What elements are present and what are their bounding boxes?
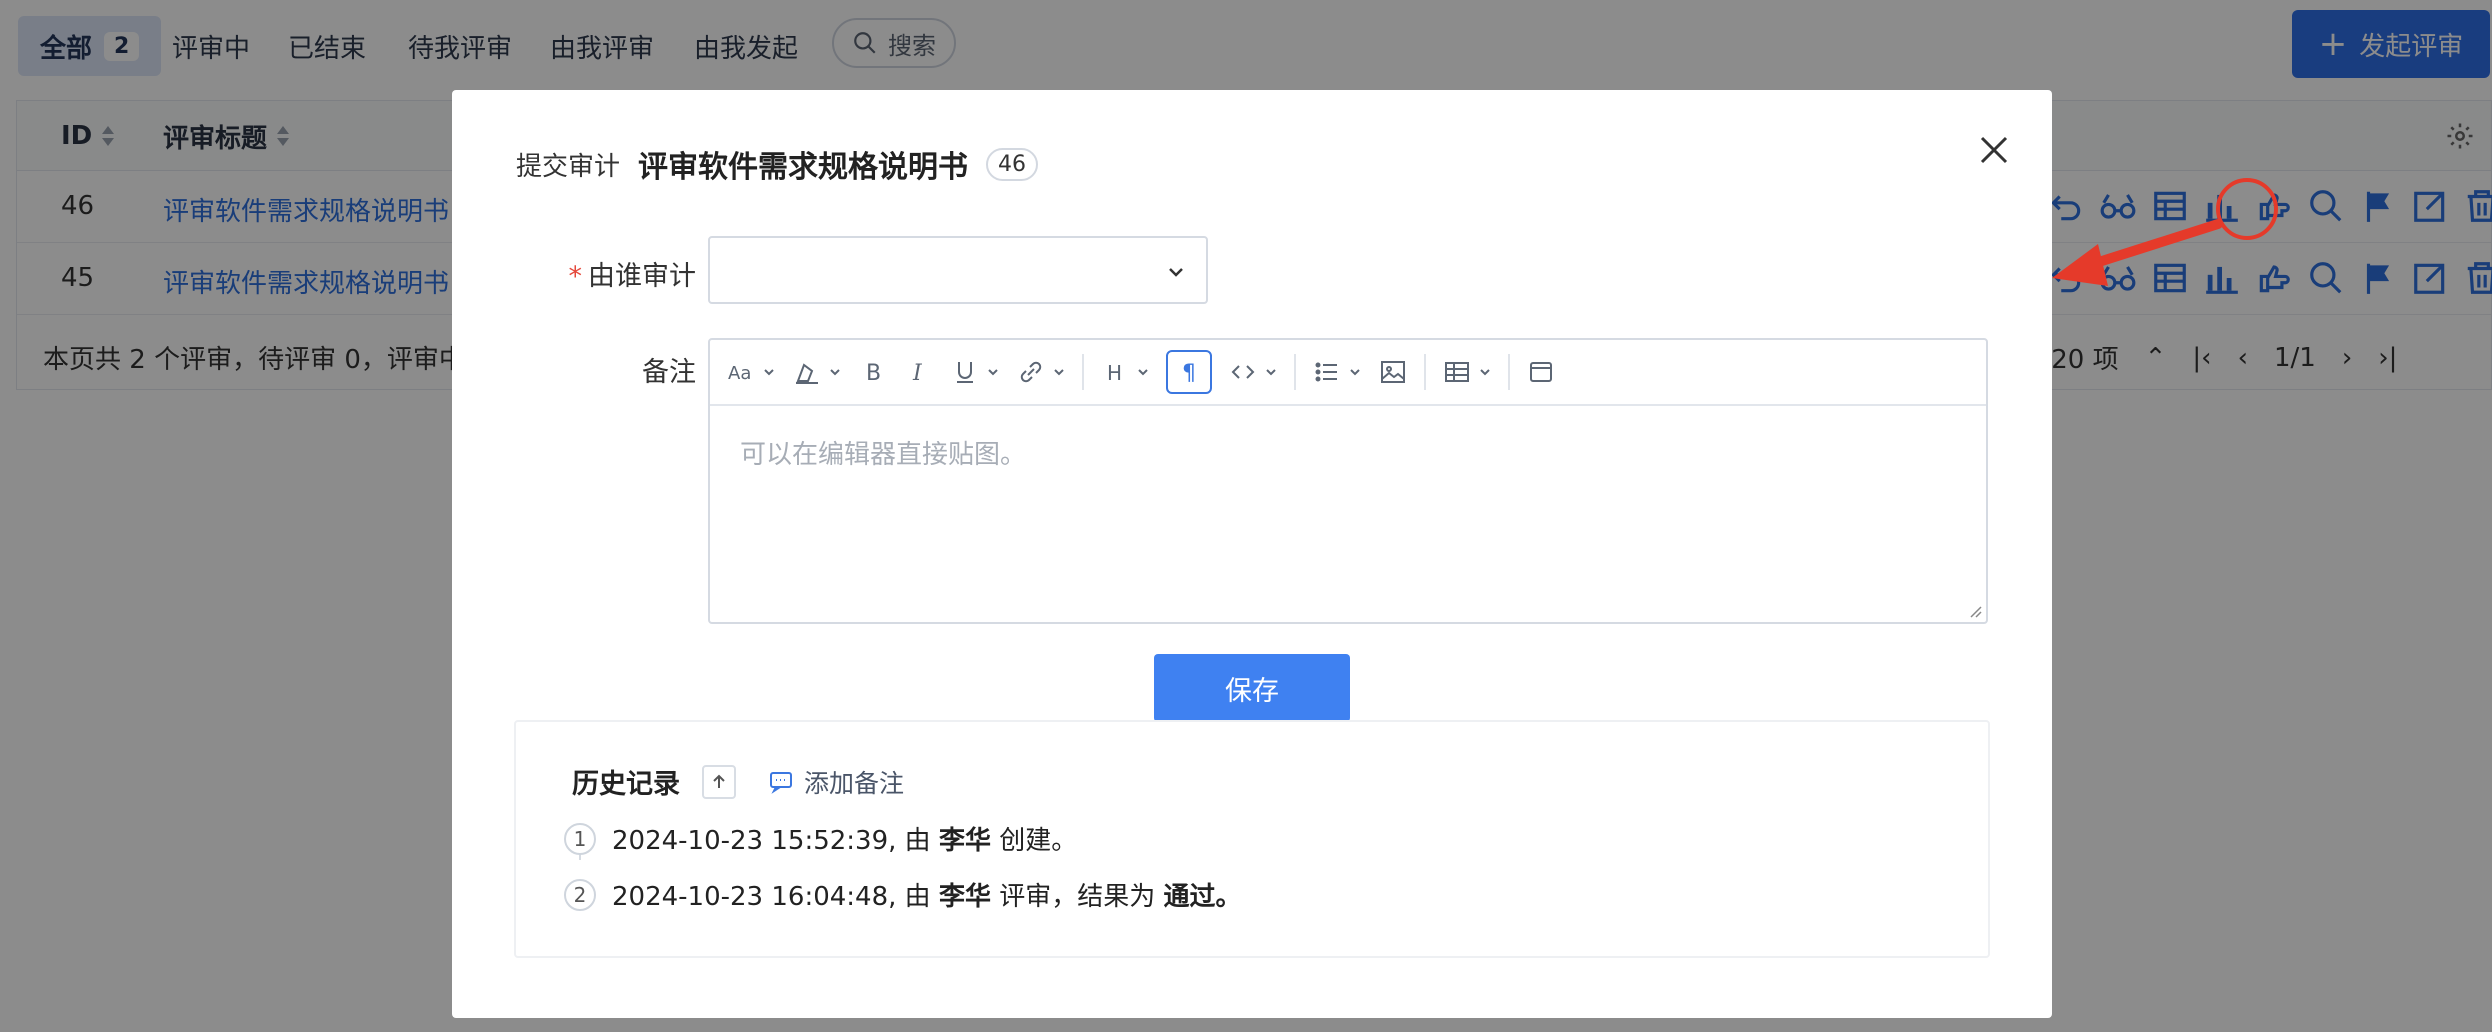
code-icon	[1228, 357, 1258, 387]
editor-placeholder[interactable]: 可以在编辑器直接贴图。	[740, 434, 1026, 471]
history-item: 2 2024-10-23 16:04:48, 由 李华 评审，结果为 通过。	[564, 876, 1242, 913]
history-action: 评审，结果为	[999, 882, 1156, 912]
history-action: 创建。	[999, 826, 1078, 856]
chevron-down-icon	[828, 365, 842, 379]
italic-button[interactable]: I	[904, 350, 934, 394]
heading-button[interactable]: H	[1100, 350, 1150, 394]
step-number: 1	[564, 822, 596, 855]
svg-text:¶: ¶	[1182, 361, 1196, 386]
color-button[interactable]	[792, 350, 842, 394]
bold-button[interactable]: B	[858, 350, 888, 394]
image-icon	[1378, 357, 1408, 387]
history-user: 李华	[938, 826, 991, 856]
id-badge: 46	[986, 147, 1039, 181]
modal-title: 评审软件需求规格说明书	[638, 150, 969, 185]
history-user: 李华	[938, 882, 991, 912]
save-button[interactable]: 保存	[1154, 654, 1350, 722]
add-note-label: 添加备注	[804, 768, 905, 798]
toolbar-divider	[1424, 354, 1426, 390]
chevron-down-icon	[1478, 365, 1492, 379]
fullscreen-button[interactable]	[1526, 350, 1556, 394]
heading-icon: H	[1100, 357, 1130, 387]
window-icon	[1526, 357, 1556, 387]
history-time: 2024-10-23 16:04:48, 由	[612, 882, 931, 912]
bold-icon: B	[858, 357, 888, 387]
add-note-button[interactable]: 添加备注	[768, 764, 904, 800]
underline-button[interactable]	[950, 350, 1000, 394]
annotation-arrow-icon	[2040, 200, 2240, 300]
history-result: 通过。	[1163, 882, 1242, 912]
paragraph-button[interactable]: ¶	[1166, 350, 1212, 394]
italic-icon: I	[904, 357, 934, 387]
note-editor: Aa B I H ¶ 可以在编辑器直接贴图。	[708, 338, 1988, 624]
modal-header: 提交审计 评审软件需求规格说明书 46	[516, 142, 1039, 186]
toolbar-divider	[1294, 354, 1296, 390]
submit-audit-modal: 提交审计 评审软件需求规格说明书 46 * 由谁审计 备注 Aa B I H ¶…	[452, 90, 2052, 1018]
sort-up-button[interactable]	[702, 764, 736, 799]
required-mark: *	[568, 261, 583, 292]
resize-handle-icon[interactable]	[1966, 602, 1982, 618]
list-button[interactable]	[1312, 350, 1362, 394]
chevron-down-icon	[1136, 365, 1150, 379]
paint-icon	[792, 357, 822, 387]
chevron-down-icon	[1264, 365, 1278, 379]
svg-text:H: H	[1107, 361, 1122, 385]
note-label: 备注	[642, 357, 696, 388]
chevron-down-icon	[1348, 365, 1362, 379]
auditor-label: * 由谁审计	[562, 254, 697, 293]
editor-toolbar: Aa B I H ¶	[710, 340, 1986, 406]
table-button[interactable]	[1442, 350, 1492, 394]
list-icon	[1312, 357, 1342, 387]
link-button[interactable]	[1016, 350, 1066, 394]
arrow-up-icon	[713, 774, 725, 788]
paragraph-icon: ¶	[1174, 357, 1204, 387]
toolbar-divider	[1508, 354, 1510, 390]
underline-icon	[950, 357, 980, 387]
history-title: 历史记录	[572, 769, 680, 800]
modal-subtitle: 提交审计	[516, 151, 621, 182]
svg-text:I: I	[912, 361, 923, 386]
auditor-label-text: 由谁审计	[588, 261, 696, 292]
chevron-down-icon	[762, 365, 776, 379]
history-header: 历史记录 添加备注	[572, 762, 904, 801]
table-grid-icon	[1442, 357, 1472, 387]
auditor-select[interactable]	[708, 236, 1208, 304]
chevron-down-icon	[986, 365, 1000, 379]
link-icon	[1016, 357, 1046, 387]
chevron-down-icon	[1164, 260, 1188, 284]
close-icon[interactable]	[1976, 132, 2012, 168]
toolbar-divider	[1082, 354, 1084, 390]
font-size-button[interactable]: Aa	[726, 350, 776, 394]
step-number: 2	[564, 878, 596, 911]
comment-icon	[768, 769, 794, 795]
svg-text:B: B	[866, 361, 881, 386]
code-button[interactable]	[1228, 350, 1278, 394]
history-time: 2024-10-23 15:52:39, 由	[612, 826, 931, 856]
image-button[interactable]	[1378, 350, 1408, 394]
history-panel: 历史记录 添加备注 1 2024-10-23 15:52:39, 由 李华 创建…	[514, 720, 1990, 958]
svg-text:Aa: Aa	[728, 363, 751, 384]
chevron-down-icon	[1052, 365, 1066, 379]
history-item: 1 2024-10-23 15:52:39, 由 李华 创建。	[564, 820, 1077, 857]
font-size-icon: Aa	[726, 357, 756, 387]
